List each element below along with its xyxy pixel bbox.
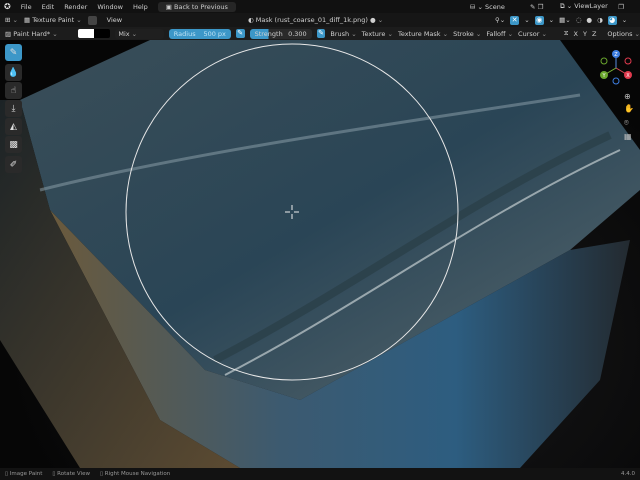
back-to-previous-button[interactable]: ▣ Back to Previous (157, 1, 236, 12)
radius-slider[interactable]: Radius 500 px (168, 28, 231, 39)
add-viewlayer-icon[interactable]: ❐ (618, 3, 624, 11)
mask-color-icon[interactable]: ● (370, 16, 383, 24)
blend-mode-select[interactable]: Mix (115, 28, 164, 39)
primary-color-swatch[interactable] (77, 29, 94, 38)
gizmo-z-label: Z (614, 52, 618, 58)
viewlayer-name: ViewLayer (574, 2, 608, 10)
tool-clone[interactable]: ⤓ (5, 100, 22, 117)
top-bar: ✪ File Edit Render Window Help ▣ Back to… (0, 0, 640, 13)
pan-hand-icon[interactable]: ✋ (624, 104, 634, 113)
secondary-color-swatch[interactable] (93, 29, 111, 38)
menu-help[interactable]: Help (133, 3, 148, 11)
slot-icon[interactable] (87, 15, 97, 25)
brush-menu[interactable]: Brush (330, 30, 356, 38)
gizmo-x-label: X (626, 73, 630, 79)
tool-annotate[interactable]: ✐ (5, 156, 22, 173)
viewport-shading-controls: ⚲⌄ ✕ ⌄ ◉ ⌄ ▦⌄ ◌ ● ◑ ◕ ⌄ (495, 15, 628, 25)
shading-rendered-icon[interactable]: ◕ (607, 15, 617, 25)
cube-render (0, 40, 640, 468)
options-menu[interactable]: Options (607, 30, 640, 38)
3d-viewport[interactable]: ✎ 💧 ☝ ⤓ ◭ ▩ ✐ Z X Y ⊕ ✋ ⌾ ▦ (0, 40, 640, 468)
menu-edit[interactable]: Edit (42, 3, 55, 11)
viewport-header: ⊞ ▦ Texture Paint View ◐ Mask (rust_coar… (0, 13, 640, 27)
mask-selector[interactable]: ◐ Mask (rust_coarse_01_diff_1k.png) (248, 16, 375, 24)
status-item-image-paint: ▯ Image Paint (5, 471, 42, 477)
strength-value: 0.300 (288, 29, 307, 38)
mode-label: Texture Paint (32, 16, 75, 24)
scene-icon: ⛁ ⌄ (470, 2, 486, 11)
mirror-x-toggle[interactable]: X (574, 30, 578, 38)
scene-name: Scene (485, 2, 505, 11)
mouse-middle-icon: ▯ (52, 471, 56, 477)
viewlayer-icon: ⧉ ⌄ (560, 2, 575, 10)
tool-mask[interactable]: ▩ (5, 136, 22, 153)
mirror-z-toggle[interactable]: Z (592, 30, 596, 38)
blend-label: Mix (118, 29, 130, 38)
status-item-rotate-view: ▯ Rotate View (52, 471, 90, 477)
navigation-gizmo[interactable]: Z X Y (596, 48, 636, 88)
status-bar: ▯ Image Paint ▯ Rotate View ▯ Right Mous… (0, 468, 640, 480)
status-label: Right Mouse Navigation (104, 471, 171, 477)
gizmo-toggle-icon[interactable]: ⚲⌄ (495, 16, 505, 25)
scene-selector[interactable]: ⛁ ⌄ Scene (470, 3, 505, 11)
version-label: 4.4.0 (621, 471, 635, 477)
viewlayer-selector[interactable]: ⧉ ⌄ ViewLayer (560, 2, 608, 11)
menu-file[interactable]: File (21, 3, 32, 11)
blender-logo-icon[interactable]: ✪ (4, 2, 11, 11)
radius-value: 500 px (203, 29, 226, 38)
mirror-y-toggle[interactable]: Y (583, 30, 587, 38)
editor-type-icon[interactable]: ⊞ (5, 16, 18, 24)
falloff-menu[interactable]: Falloff (486, 30, 513, 38)
mouse-left-icon: ▯ (5, 471, 9, 477)
camera-icon[interactable]: ⌾ (624, 118, 629, 128)
status-label: Image Paint (9, 471, 43, 477)
mode-selector[interactable]: ▦ Texture Paint (24, 16, 82, 24)
tool-draw[interactable]: ✎ (5, 44, 22, 61)
status-item-right-mouse: ▯ Right Mouse Navigation (100, 471, 170, 477)
overlay-toggle-icon[interactable]: ✕ (510, 15, 520, 25)
status-label: Rotate View (57, 471, 90, 477)
shading-material-icon[interactable]: ◑ (597, 16, 603, 25)
pressure-radius-icon[interactable]: ✎ (235, 29, 245, 38)
shading-solid-icon[interactable]: ● (586, 16, 592, 25)
zoom-icon[interactable]: ⊕ (624, 92, 631, 101)
menu-render[interactable]: Render (64, 3, 87, 11)
tool-header: ▨ Paint Hard* Mix Radius 500 px ✎ Strengt… (0, 27, 640, 40)
wireframe-icon[interactable]: ▦⌄ (559, 16, 571, 25)
tool-smear[interactable]: ☝ (5, 82, 22, 99)
shading-wire-icon[interactable]: ◌ (576, 16, 582, 25)
tool-soften[interactable]: 💧 (5, 64, 22, 81)
stroke-menu[interactable]: Stroke (453, 30, 481, 38)
texture-menu[interactable]: Texture (362, 30, 393, 38)
pin-icon[interactable]: ✎ ❐ (530, 3, 543, 11)
mask-label: Mask (rust_coarse_01_diff_1k.png) (255, 16, 368, 24)
symmetry-icon: ⧖ (563, 29, 569, 37)
pressure-strength-icon[interactable]: ✎ (316, 29, 326, 38)
brush-name: Paint Hard* (13, 29, 51, 38)
tool-fill[interactable]: ◭ (5, 118, 22, 135)
texture-mask-menu[interactable]: Texture Mask (398, 30, 448, 38)
radius-label: Radius (173, 29, 196, 38)
back-label: Back to Previous (174, 2, 228, 11)
cursor-menu[interactable]: Cursor (518, 30, 547, 38)
brush-selector[interactable]: ▨ Paint Hard* (5, 30, 73, 38)
mouse-right-icon: ▯ (99, 471, 103, 477)
strength-slider[interactable]: Strength 0.300 (249, 28, 312, 39)
xray-icon[interactable]: ◉ (534, 15, 544, 25)
grid-icon[interactable]: ▦ (624, 132, 632, 141)
menu-window[interactable]: Window (97, 3, 123, 11)
view-menu[interactable]: View (107, 16, 122, 24)
strength-label: Strength (254, 29, 283, 38)
